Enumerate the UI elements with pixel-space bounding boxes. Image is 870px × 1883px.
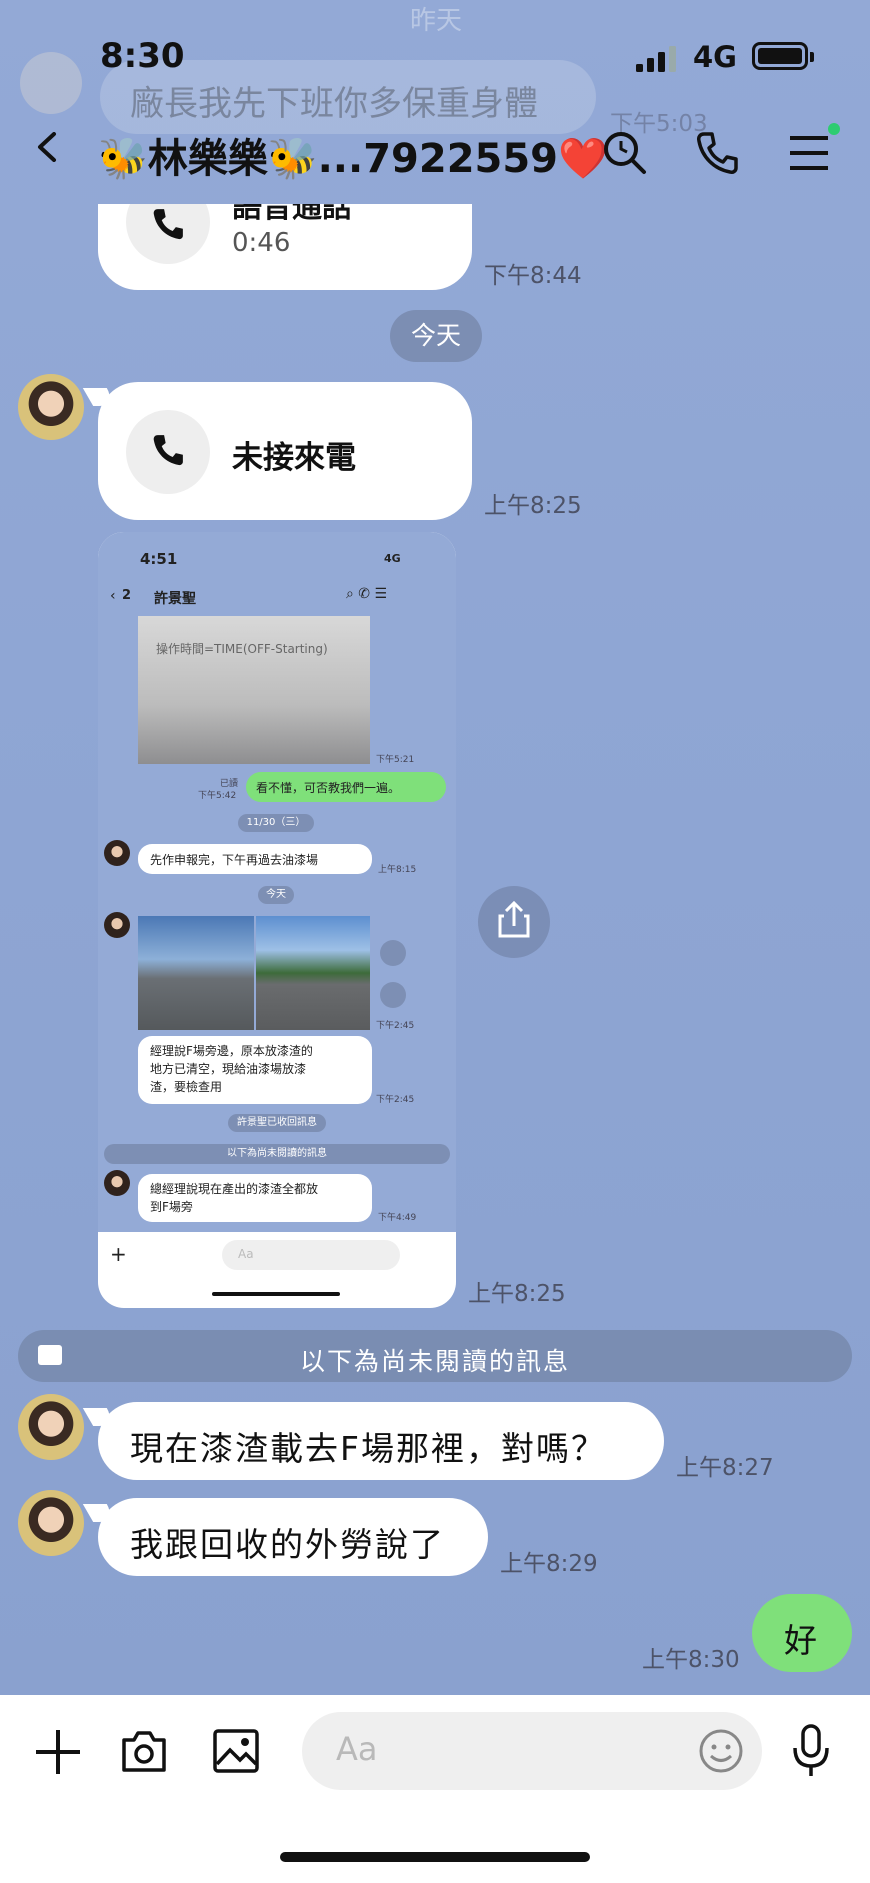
phone-icon[interactable] — [694, 130, 740, 176]
camera-icon[interactable] — [120, 1728, 168, 1774]
screenshot-msg-b-time: 下午2:45 — [376, 1095, 415, 1105]
network-type: 4G — [693, 40, 737, 74]
plus-icon[interactable] — [34, 1728, 82, 1776]
message-input-placeholder: Aa — [336, 1730, 378, 1768]
screenshot-status-time: 4:51 — [140, 550, 178, 568]
screenshot-message-time: 上午8:25 — [468, 1281, 566, 1307]
screenshot-photo-1 — [138, 916, 254, 1030]
screenshot-plus-icon: + — [110, 1242, 127, 1266]
screenshot-recall-notice: 許景聖已收回訊息 — [228, 1114, 326, 1132]
contact-avatar[interactable] — [18, 1394, 84, 1460]
contact-avatar[interactable] — [18, 1490, 84, 1556]
chat-title[interactable]: 🐝林樂樂🐝...7922559❤️ — [98, 126, 608, 184]
screenshot-back-count: 2 — [122, 588, 132, 603]
message-text: 現在漆渣載去F場那裡，對嗎？ — [130, 1429, 606, 1468]
home-indicator — [280, 1852, 590, 1862]
voice-call-duration: 0:46 — [232, 228, 291, 258]
share-icon — [498, 900, 530, 938]
contact-avatar[interactable] — [18, 374, 84, 440]
screenshot-photo-text: 操作時間=TIME(OFF-Starting) — [156, 642, 328, 656]
message-text: 我跟回收的外勞說了 — [130, 1525, 445, 1564]
screenshot-save-icon — [380, 982, 406, 1008]
message-time: 上午8:29 — [500, 1551, 598, 1577]
phone-icon — [153, 209, 183, 240]
status-time: 8:30 — [100, 36, 185, 76]
screenshot-back-icon: ‹ — [110, 588, 116, 604]
unread-divider-label: 以下為尚未閱讀的訊息 — [299, 1347, 570, 1376]
screenshot-photos-time: 下午2:45 — [376, 1021, 415, 1031]
screenshot-photo-2 — [256, 916, 370, 1030]
back-icon[interactable] — [32, 132, 62, 162]
screenshot-avatar — [104, 1170, 130, 1196]
battery-icon — [752, 42, 808, 70]
signal-icon — [636, 46, 676, 72]
screenshot-avatar — [104, 912, 130, 938]
screenshot-read-time: 下午5:42 — [198, 791, 237, 801]
emoji-icon[interactable] — [698, 1728, 744, 1774]
notification-dot — [828, 123, 840, 135]
screenshot-msg-a-time: 上午8:15 — [378, 865, 417, 875]
faded-avatar — [20, 52, 82, 114]
screenshot-msg-c-time: 下午4:49 — [378, 1213, 417, 1223]
screenshot-contact: 許景聖 — [154, 591, 196, 607]
image-icon[interactable] — [212, 1728, 260, 1774]
screenshot-image[interactable]: 4:51 4G ‹ 2 許景聖 ⌕ ✆ ☰ 操作時間=TIME(OFF-Star… — [98, 532, 456, 1308]
screenshot-date2: 今天 — [258, 886, 294, 904]
screenshot-msg-a: 先作申報完，下午再過去油漆場 — [150, 853, 319, 867]
sent-message-text: 好 — [784, 1621, 819, 1660]
screenshot-date1: 11/30（三） — [238, 814, 314, 832]
screenshot-sent-text: 看不懂，可否教我們一遍。 — [256, 781, 401, 795]
mic-icon[interactable] — [790, 1724, 832, 1778]
screenshot-msg-c-line1: 總經理說現在產出的漆渣全都放 — [150, 1182, 319, 1196]
missed-call-time: 上午8:25 — [484, 493, 582, 519]
battery-cap — [810, 52, 814, 62]
screenshot-msg-b-line3: 渣，要檢查用 — [150, 1080, 223, 1094]
screenshot-network: 4G — [384, 552, 401, 565]
voice-call-time: 下午8:44 — [484, 263, 582, 289]
screenshot-msg-b-line1: 經理說F場旁邊，原本放漆渣的 — [150, 1044, 313, 1058]
date-separator: 今天 — [390, 310, 482, 362]
screenshot-image-time: 下午5:21 — [376, 755, 415, 765]
screenshot-unread-divider: 以下為尚未閱讀的訊息 — [104, 1144, 450, 1164]
message-time: 上午8:27 — [676, 1455, 774, 1481]
search-icon[interactable] — [602, 130, 648, 176]
screenshot-share-icon — [380, 940, 406, 966]
screenshot-msg-b-line2: 地方已清空，現給油漆場放漆 — [150, 1062, 307, 1076]
screenshot-photo-document — [138, 616, 370, 764]
faded-date: 昨天 — [410, 6, 463, 36]
menu-icon[interactable] — [786, 130, 832, 176]
screenshot-input-placeholder: Aa — [238, 1247, 254, 1261]
missed-call-label: 未接來電 — [232, 440, 356, 476]
screenshot-avatar — [104, 840, 130, 866]
screenshot-msg-c-line2: 到F場旁 — [150, 1200, 193, 1214]
faded-message: 廠長我先下班你多保重身體 — [130, 84, 538, 124]
screenshot-home-indicator — [212, 1292, 340, 1296]
phone-icon — [153, 435, 183, 466]
sent-message-time: 上午8:30 — [642, 1647, 740, 1673]
screenshot-header-icons: ⌕ ✆ ☰ — [346, 586, 388, 602]
